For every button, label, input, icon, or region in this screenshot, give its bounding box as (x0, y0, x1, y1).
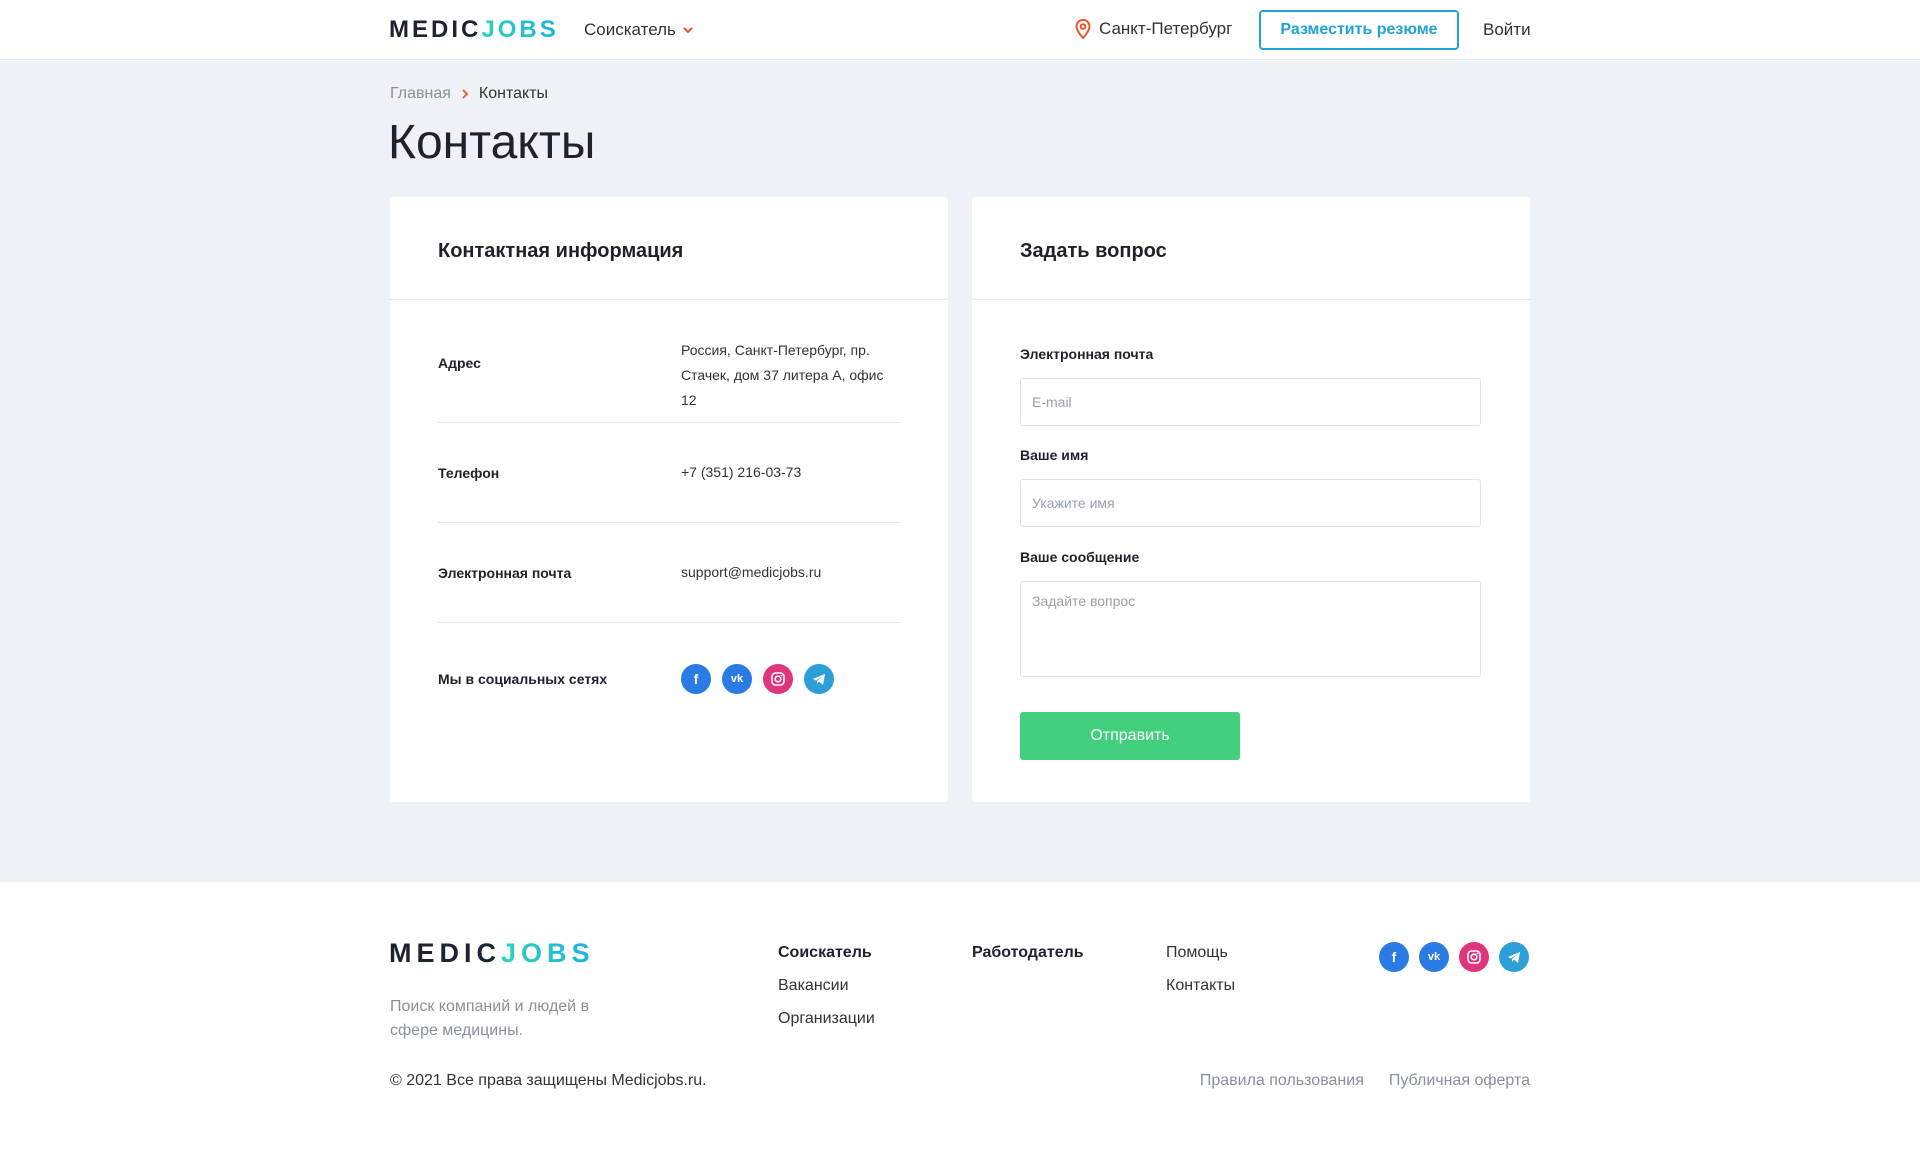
contact-info-title: Контактная информация (390, 197, 948, 300)
instagram-icon[interactable] (763, 664, 793, 694)
breadcrumb-home-link[interactable]: Главная (390, 85, 451, 103)
footer-social-links: f vk (1379, 942, 1529, 972)
role-dropdown[interactable]: Соискатель (584, 20, 694, 40)
site-footer: MEDICJOBS Поиск компаний и людей в сфере… (0, 882, 1920, 1152)
address-value: Россия, Санкт-Петербург, пр. Стачек, дом… (681, 342, 884, 408)
footer-col-info: Помощь Контакты (1166, 944, 1235, 1010)
copyright: © 2021 Все права защищены Medicjobs.ru. (390, 1072, 707, 1089)
address-label: Адрес (438, 355, 481, 371)
footer-link-contacts[interactable]: Контакты (1166, 977, 1235, 995)
vk-icon[interactable]: vk (722, 664, 752, 694)
city-selector[interactable]: Санкт-Петербург (1075, 19, 1232, 39)
footer-employer-heading[interactable]: Работодатель (972, 944, 1084, 962)
address-row: Адрес Россия, Санкт-Петербург, пр. Стаче… (438, 301, 900, 423)
ask-question-title: Задать вопрос (972, 197, 1530, 300)
footer-logo[interactable]: MEDICJOBS (389, 938, 595, 969)
contact-info-card: Контактная информация Адрес Россия, Санк… (390, 197, 948, 802)
telegram-icon[interactable] (1499, 942, 1529, 972)
city-label: Санкт-Петербург (1099, 19, 1233, 38)
footer-link-vacancies[interactable]: Вакансии (778, 977, 875, 995)
main-content: Главная Контакты Контакты Контактная инф… (0, 61, 1920, 882)
role-label: Соискатель (584, 20, 676, 39)
phone-label: Телефон (438, 465, 500, 481)
social-row: Мы в социальных сетях f vk (438, 623, 900, 723)
name-field-label: Ваше имя (1020, 447, 1089, 463)
facebook-icon[interactable]: f (681, 664, 711, 694)
footer-col-seeker: Соискатель Вакансии Организации (778, 944, 875, 1043)
social-label: Мы в социальных сетях (438, 671, 608, 687)
post-resume-button[interactable]: Разместить резюме (1259, 10, 1459, 50)
terms-link[interactable]: Правила пользования (1200, 1072, 1364, 1090)
email-label: Электронная почта (438, 565, 572, 581)
message-field-label: Ваше сообщение (1020, 549, 1140, 565)
message-field[interactable] (1020, 581, 1481, 677)
email-field[interactable] (1020, 378, 1481, 426)
login-link[interactable]: Войти (1483, 20, 1531, 40)
email-row: Электронная почта support@medicjobs.ru (438, 523, 900, 623)
vk-icon[interactable]: vk (1419, 942, 1449, 972)
footer-link-help[interactable]: Помощь (1166, 944, 1235, 962)
telegram-icon[interactable] (804, 664, 834, 694)
footer-col-employer: Работодатель (972, 944, 1084, 977)
offer-link[interactable]: Публичная оферта (1389, 1072, 1530, 1090)
breadcrumb-current: Контакты (478, 85, 549, 102)
email-field-label: Электронная почта (1020, 346, 1154, 362)
breadcrumb: Главная Контакты (390, 85, 548, 103)
name-field[interactable] (1020, 479, 1481, 527)
footer-seeker-heading[interactable]: Соискатель (778, 944, 875, 962)
instagram-icon[interactable] (1459, 942, 1489, 972)
chevron-down-icon (683, 27, 693, 34)
location-pin-icon (1075, 19, 1091, 39)
phone-row: Телефон +7 (351) 216-03-73 (438, 423, 900, 523)
facebook-icon[interactable]: f (1379, 942, 1409, 972)
ask-question-card: Задать вопрос Электронная почта Ваше имя… (972, 197, 1530, 802)
footer-link-organizations[interactable]: Организации (778, 1010, 875, 1028)
chevron-right-icon (462, 89, 469, 99)
page-title: Контакты (388, 116, 596, 169)
submit-button[interactable]: Отправить (1020, 712, 1240, 760)
social-links: f vk (681, 664, 834, 694)
footer-legal-links: Правила пользования Публичная оферта (1200, 1072, 1530, 1090)
footer-tagline: Поиск компаний и людей в сфере медицины. (390, 998, 590, 1039)
site-header: MEDICJOBS Соискатель Санкт-Петербург Раз… (0, 0, 1920, 60)
email-value[interactable]: support@medicjobs.ru (681, 560, 821, 585)
phone-value[interactable]: +7 (351) 216-03-73 (681, 460, 801, 485)
site-logo[interactable]: MEDICJOBS (389, 16, 559, 44)
